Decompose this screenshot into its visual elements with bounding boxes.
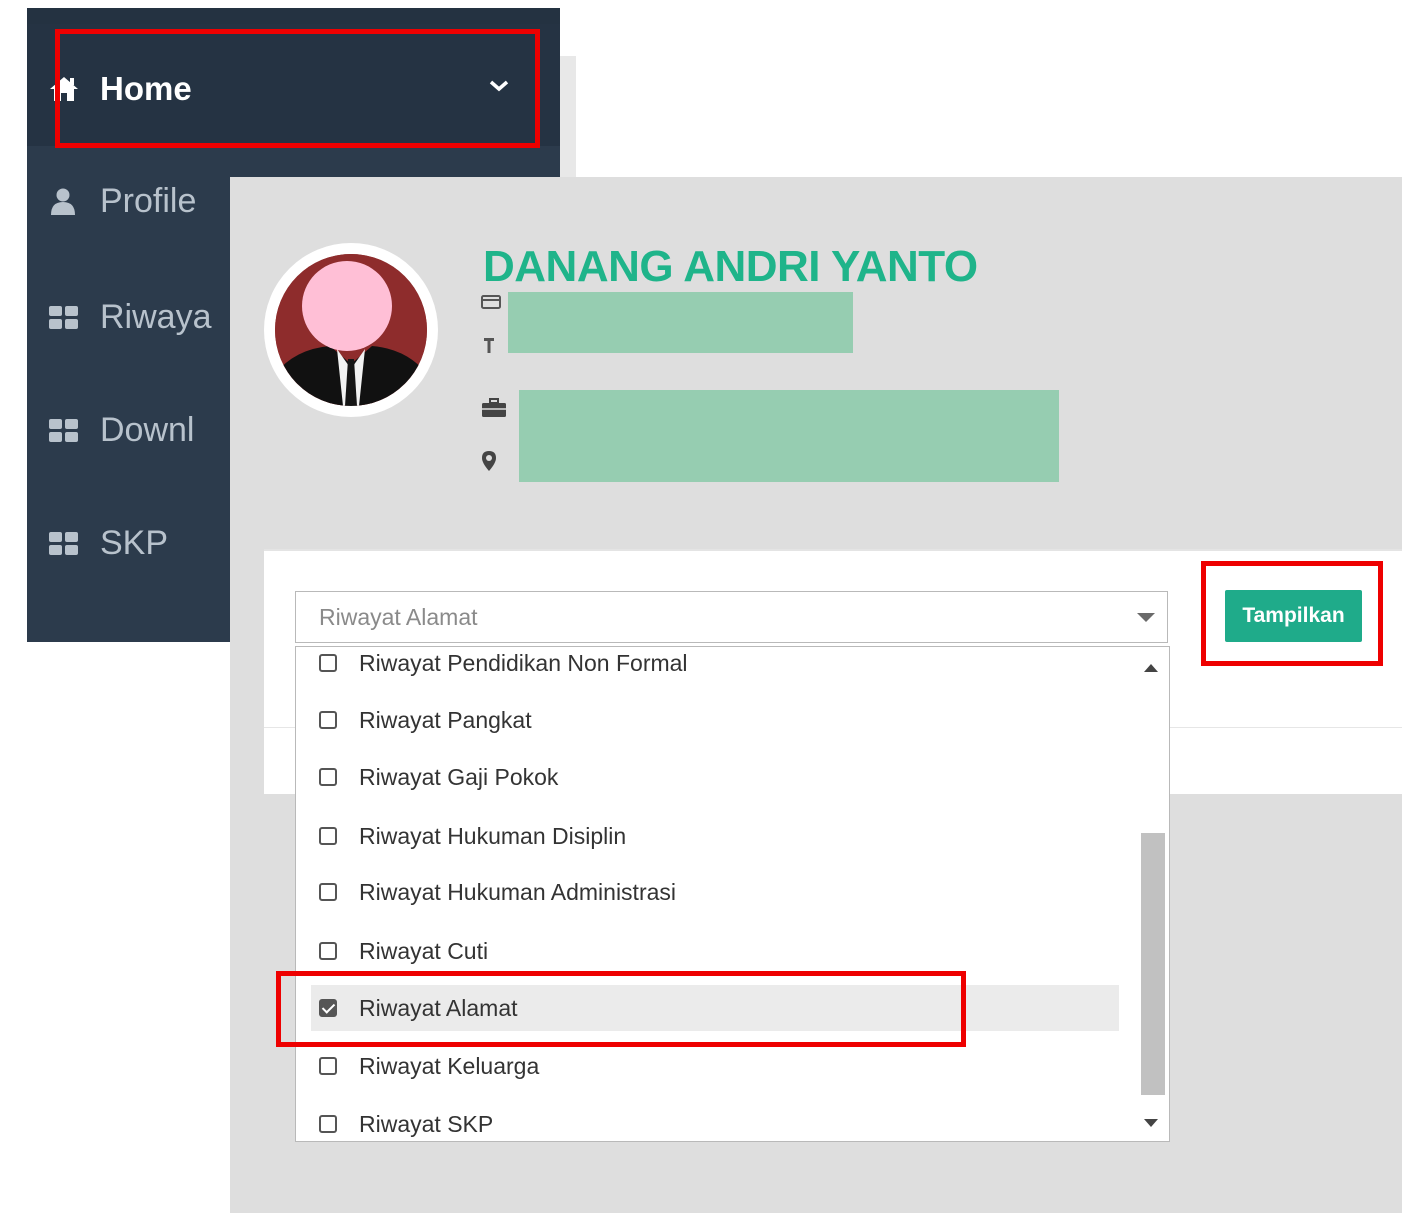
caret-down-icon[interactable] — [1137, 613, 1155, 622]
sidebar-item-label: Riwaya — [100, 298, 212, 336]
checkbox[interactable] — [319, 768, 337, 786]
grid-icon — [48, 529, 78, 559]
redacted-work-info — [519, 390, 1059, 482]
profile-name: DANANG ANDRI YANTO — [483, 242, 978, 291]
scroll-down-icon[interactable] — [1144, 1119, 1158, 1127]
sidebar-item-skp[interactable]: SKP — [48, 524, 168, 563]
list-item[interactable]: Riwayat SKP — [311, 1101, 1119, 1141]
riwayat-dropdown-list[interactable]: Riwayat Pendidikan Non Formal Riwayat Pa… — [295, 646, 1170, 1142]
scrollbar-thumb[interactable] — [1141, 833, 1165, 1095]
highlight-home — [55, 29, 540, 148]
option-label: Riwayat SKP — [359, 1110, 494, 1137]
highlight-tampilkan — [1201, 561, 1383, 666]
list-item[interactable]: Riwayat Pendidikan Non Formal — [311, 647, 1119, 686]
list-item[interactable]: Riwayat Gaji Pokok — [311, 754, 1119, 800]
option-label: Riwayat Keluarga — [359, 1052, 540, 1079]
checkbox[interactable] — [319, 883, 337, 901]
id-card-icon — [481, 294, 501, 315]
option-label: Riwayat Gaji Pokok — [359, 763, 559, 790]
grid-icon — [48, 416, 78, 446]
sidebar-item-profile[interactable]: Profile — [48, 182, 196, 221]
checkbox[interactable] — [319, 654, 337, 672]
checkbox[interactable] — [319, 942, 337, 960]
user-tie-icon — [481, 335, 497, 360]
checkbox[interactable] — [319, 827, 337, 845]
list-item[interactable]: Riwayat Pangkat — [311, 697, 1119, 743]
scroll-up-icon[interactable] — [1144, 664, 1158, 672]
checkbox[interactable] — [319, 1057, 337, 1075]
list-item[interactable]: Riwayat Hukuman Disiplin — [311, 813, 1119, 859]
option-label: Riwayat Pendidikan Non Formal — [359, 649, 688, 676]
grid-icon — [48, 303, 78, 333]
redacted-id-info — [508, 292, 853, 353]
option-label: Riwayat Cuti — [359, 937, 489, 964]
list-item[interactable]: Riwayat Keluarga — [311, 1043, 1119, 1089]
riwayat-select[interactable]: Riwayat Alamat — [295, 591, 1168, 643]
scrollbar[interactable] — [1139, 647, 1169, 1141]
avatar — [275, 254, 427, 406]
map-marker-icon — [481, 450, 497, 477]
user-icon — [48, 187, 78, 217]
option-label: Riwayat Pangkat — [359, 706, 532, 733]
sidebar-item-label: Profile — [100, 182, 197, 220]
checkbox[interactable] — [319, 711, 337, 729]
sidebar-item-download[interactable]: Downl — [48, 411, 194, 450]
briefcase-icon — [481, 398, 507, 423]
list-item[interactable]: Riwayat Hukuman Administrasi — [311, 869, 1119, 915]
option-label: Riwayat Hukuman Administrasi — [359, 878, 677, 905]
sidebar-item-label: SKP — [100, 524, 169, 562]
sidebar-item-riwayat[interactable]: Riwaya — [48, 298, 211, 337]
highlight-riwayat-alamat — [276, 971, 966, 1047]
checkbox[interactable] — [319, 1115, 337, 1133]
option-label: Riwayat Hukuman Disiplin — [359, 822, 627, 849]
sidebar-item-label: Downl — [100, 411, 195, 449]
list-item[interactable]: Riwayat Cuti — [311, 928, 1119, 974]
select-value: Riwayat Alamat — [319, 604, 478, 630]
